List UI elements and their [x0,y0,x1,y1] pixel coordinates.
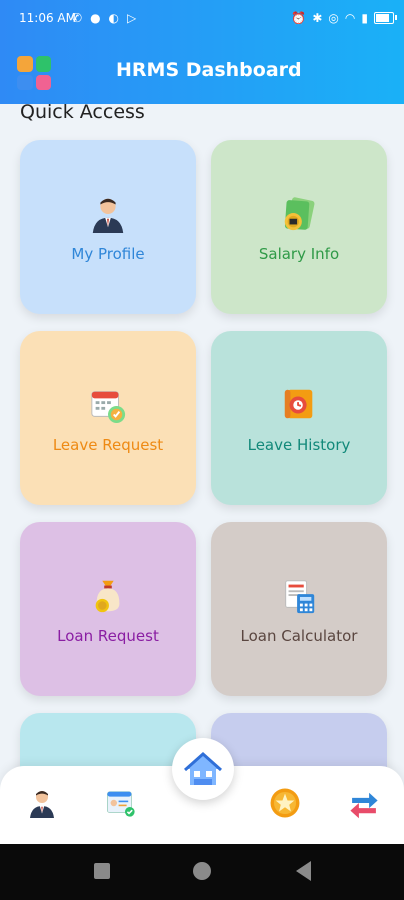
status-bar: 11:06 AM ✆ ● ◐ ▷ ⏰ ✱ ◎ ◠ ▮ [0,0,404,42]
signal-icon: ▮ [361,11,368,25]
tile-label: Leave History [247,436,351,454]
wifi-icon: ◠ [344,11,356,25]
recents-button[interactable] [94,863,110,879]
tile-loan-request[interactable]: Loan Request [20,522,196,696]
nav-swap-button[interactable] [347,786,381,820]
tile-my-profile[interactable]: My Profile [20,140,196,314]
nav-id-card-button[interactable] [104,786,138,820]
status-notification-icons: ✆ ● ◐ ▷ [72,11,136,25]
home-icon [184,751,222,785]
scroll-icon [284,389,313,419]
chat-icon: ● [90,11,101,25]
tile-label: My Profile [71,245,145,263]
home-button[interactable] [172,738,234,800]
calculator-icon [285,580,315,614]
bluetooth-icon: ✱ [312,11,323,25]
system-navigation-bar [0,844,404,900]
tile-leave-history[interactable]: Leave History [211,331,387,505]
calendar-icon [91,391,126,424]
app-title: HRMS Dashboard [116,59,302,81]
status-time: 11:06 AM [19,11,76,25]
status-system-icons: ⏰ ✱ ◎ ◠ ▮ [291,11,397,25]
id-card-icon [107,791,135,817]
profile-icon [30,791,54,818]
star-icon [270,788,300,818]
back-button[interactable] [296,861,312,881]
tile-label: Salary Info [258,245,340,263]
tile-leave-request[interactable]: Leave Request [20,331,196,505]
app-bar: HRMS Dashboard [0,42,404,104]
nav-favorites-button[interactable] [268,786,302,820]
whatsapp-icon: ✆ [72,11,83,25]
alarm-icon: ⏰ [291,11,307,25]
tile-salary-info[interactable]: Salary Info [211,140,387,314]
mute-icon: ◎ [328,11,339,25]
money-bag-icon [95,580,120,613]
tile-label: Loan Request [57,627,159,645]
app-logo-icon [17,56,51,90]
nav-profile-button[interactable] [25,786,59,820]
user-icon [92,198,124,233]
home-system-button[interactable] [193,862,211,880]
battery-icon [374,12,397,24]
section-title: Quick Access [20,101,145,123]
tile-label: Leave Request [52,436,164,454]
swap-icon [350,792,378,819]
sync-icon: ◐ [108,11,120,25]
tile-label: Loan Calculator [240,627,358,645]
play-icon: ▷ [127,11,137,25]
money-icon [284,197,315,231]
tile-loan-calculator[interactable]: Loan Calculator [211,522,387,696]
